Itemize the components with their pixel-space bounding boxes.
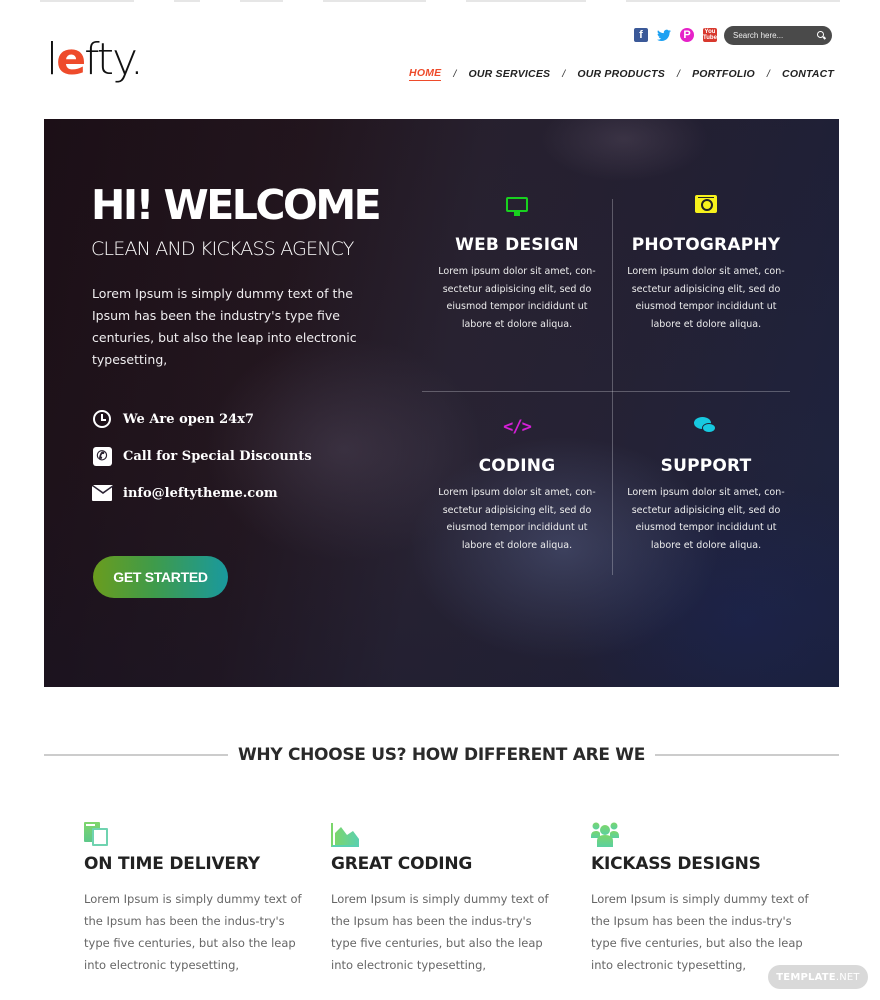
monitor-icon (506, 196, 528, 216)
service-coding: </> CODING Lorem ipsum dolor sit amet, c… (427, 414, 607, 554)
why-heading: WHY CHOOSE US? HOW DIFFERENT ARE WE (237, 745, 646, 765)
clock-icon (92, 409, 112, 429)
hero-description: Lorem Ipsum is simply dummy text of the … (92, 286, 357, 367)
search-input[interactable] (733, 31, 813, 40)
contact-email: info@leftytheme.com (92, 483, 352, 503)
feature-title: ON TIME DELIVERY (84, 854, 260, 874)
logo-prefix: l (46, 34, 58, 85)
users-group-icon (591, 820, 821, 848)
nav-separator: / (562, 68, 566, 80)
search-icon[interactable] (817, 31, 826, 40)
service-photography: PHOTOGRAPHY Lorem ipsum dolor sit amet, … (616, 193, 796, 333)
service-support: SUPPORT Lorem ipsum dolor sit amet, con-… (616, 414, 796, 554)
service-text: Lorem ipsum dolor sit amet, con-sectetur… (627, 266, 785, 330)
service-text: Lorem ipsum dolor sit amet, con-sectetur… (627, 487, 785, 551)
phone-icon: ✆ (92, 446, 112, 466)
service-title: SUPPORT (660, 456, 752, 476)
watermark-brand: TEMPLATE (776, 971, 836, 983)
service-title: WEB DESIGN (455, 235, 579, 255)
nav-separator: / (453, 68, 457, 80)
service-title: PHOTOGRAPHY (631, 235, 781, 255)
nav-portfolio[interactable]: PORTFOLIO (692, 68, 755, 80)
feature-on-time-delivery: ON TIME DELIVERY Lorem Ipsum is simply d… (84, 820, 314, 976)
youtube-icon[interactable]: You Tube (703, 28, 717, 42)
service-text: Lorem ipsum dolor sit amet, con-sectetur… (438, 487, 596, 551)
nav-our-products[interactable]: OUR PRODUCTS (577, 68, 665, 80)
search-box (724, 26, 832, 45)
feature-great-coding: GREAT CODING Lorem Ipsum is simply dummy… (331, 820, 561, 976)
site-header: lefty. f P YouTube HOME / OUR SERVICES /… (0, 0, 880, 118)
camera-icon (695, 195, 717, 213)
nav-contact[interactable]: CONTACT (782, 68, 834, 80)
get-started-button[interactable]: GET STARTED (93, 556, 228, 598)
main-nav: HOME / OUR SERVICES / OUR PRODUCTS / POR… (409, 67, 834, 81)
feature-text: Lorem Ipsum is simply dummy text of the … (84, 892, 302, 972)
feature-title: KICKASS DESIGNS (591, 854, 761, 874)
documents-icon (84, 820, 314, 848)
services-grid: WEB DESIGN Lorem ipsum dolor sit amet, c… (422, 181, 790, 575)
hero-section: HI! WELCOME CLEAN AND KICKASS AGENCY Lor… (44, 119, 839, 687)
feature-title: GREAT CODING (331, 854, 473, 874)
why-heading-row: WHY CHOOSE US? HOW DIFFERENT ARE WE (44, 745, 840, 765)
grid-divider-horizontal (422, 391, 790, 392)
twitter-icon[interactable] (657, 28, 671, 42)
nav-home[interactable]: HOME (409, 67, 442, 81)
hero-title: HI! WELCOME (91, 181, 382, 229)
watermark-tld: .NET (835, 971, 860, 983)
feature-text: Lorem Ipsum is simply dummy text of the … (591, 892, 809, 972)
code-icon: </> (503, 417, 532, 437)
contact-email-text[interactable]: info@leftytheme.com (123, 486, 278, 501)
heading-rule-right (655, 754, 840, 756)
template-watermark: TEMPLATE .NET (768, 965, 868, 989)
hero-subtitle: CLEAN AND KICKASS AGENCY (91, 238, 354, 260)
nav-our-services[interactable]: OUR SERVICES (468, 68, 550, 80)
logo[interactable]: lefty. (46, 32, 144, 88)
pinterest-icon[interactable]: P (680, 28, 694, 42)
chat-icon (694, 417, 718, 437)
logo-suffix: fty. (84, 34, 144, 85)
contact-hours-text: We Are open 24x7 (123, 411, 254, 427)
contact-hours: We Are open 24x7 (92, 409, 352, 429)
area-chart-icon (331, 820, 561, 848)
feature-text: Lorem Ipsum is simply dummy text of the … (331, 892, 549, 972)
service-title: CODING (478, 456, 556, 476)
logo-accent: e (56, 34, 86, 85)
heading-rule-left (44, 754, 228, 756)
nav-separator: / (676, 68, 681, 80)
facebook-icon[interactable]: f (634, 28, 648, 42)
mail-icon (92, 483, 114, 503)
service-web-design: WEB DESIGN Lorem ipsum dolor sit amet, c… (427, 193, 607, 333)
grid-divider-vertical (612, 199, 613, 575)
contact-phone-text: Call for Special Discounts (123, 448, 312, 464)
feature-kickass-designs: KICKASS DESIGNS Lorem Ipsum is simply du… (591, 820, 821, 976)
contact-phone: ✆ Call for Special Discounts (92, 446, 352, 466)
service-text: Lorem ipsum dolor sit amet, con-sectetur… (438, 266, 596, 330)
nav-separator: / (766, 68, 771, 80)
social-links: f P You Tube (634, 28, 717, 42)
